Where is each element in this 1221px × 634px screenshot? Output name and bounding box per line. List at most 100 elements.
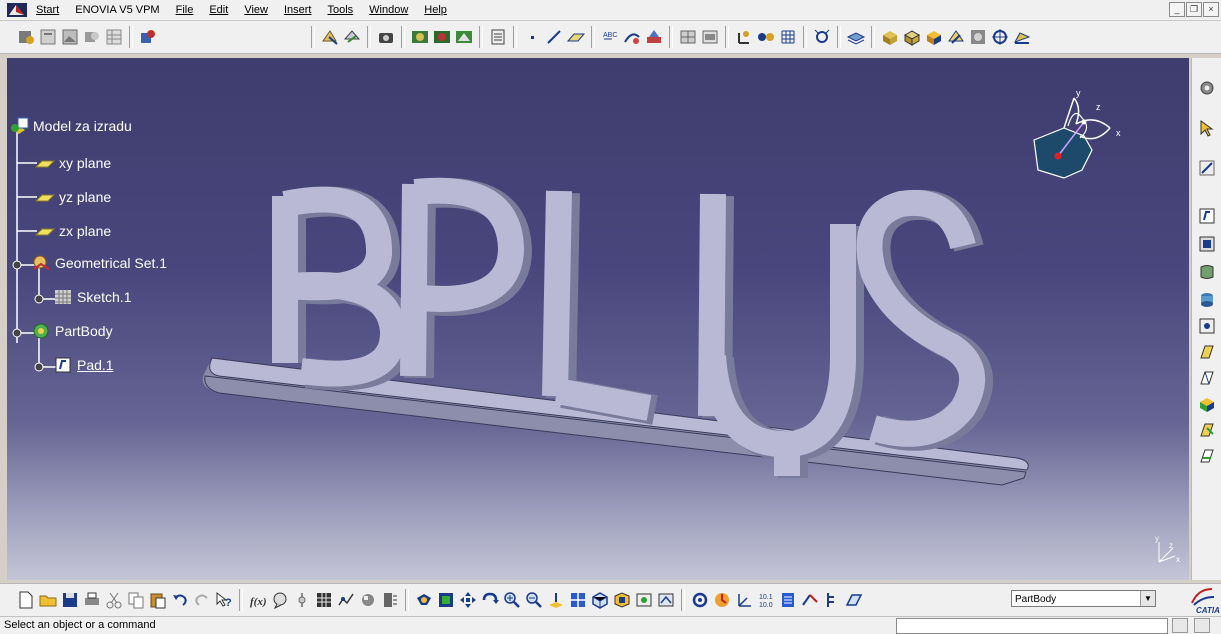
undo-icon[interactable] — [170, 590, 190, 610]
status-button-2[interactable] — [1194, 618, 1210, 633]
fillet-tool-icon[interactable] — [1197, 342, 1217, 362]
normal-view-icon[interactable] — [546, 590, 566, 610]
environment-icon[interactable] — [454, 27, 474, 47]
menu-insert[interactable]: Insert — [276, 4, 320, 16]
shading-edges-icon[interactable] — [902, 27, 922, 47]
menu-help[interactable]: Help — [416, 4, 455, 16]
thickness-tool-icon[interactable] — [1197, 446, 1217, 466]
comment-icon[interactable] — [270, 590, 290, 610]
manual-update-icon[interactable] — [712, 590, 732, 610]
plane-tool-icon[interactable] — [566, 27, 586, 47]
scene-icon[interactable] — [432, 27, 452, 47]
law-icon[interactable] — [336, 590, 356, 610]
fit-all-in-icon[interactable] — [436, 590, 456, 610]
rib-tool-icon[interactable] — [1197, 316, 1217, 336]
properties-icon[interactable] — [38, 27, 58, 47]
axis-system-icon[interactable] — [734, 590, 754, 610]
spec-tree-icon[interactable] — [822, 590, 842, 610]
close-icon[interactable]: × — [1203, 2, 1219, 17]
annotation-icon[interactable]: ABC — [600, 27, 620, 47]
bplus-model[interactable] — [7, 58, 1189, 580]
shaft-tool-icon[interactable] — [1197, 262, 1217, 282]
split-view-icon[interactable] — [700, 27, 720, 47]
command-input[interactable] — [896, 618, 1168, 634]
menu-view[interactable]: View — [236, 4, 276, 16]
catia-app-icon[interactable] — [6, 2, 28, 18]
analysis-icon[interactable] — [644, 27, 664, 47]
tree-node-geometrical-set[interactable]: Geometrical Set.1 — [31, 253, 167, 273]
table-icon[interactable] — [104, 27, 124, 47]
tree-node-zx-plane[interactable]: zx plane — [35, 221, 111, 241]
menu-start[interactable]: Start — [28, 4, 67, 16]
iso-view-icon[interactable] — [590, 590, 610, 610]
formula-icon[interactable] — [16, 27, 36, 47]
pan-icon[interactable] — [458, 590, 478, 610]
rotate-icon[interactable] — [480, 590, 500, 610]
axis-icon[interactable] — [734, 27, 754, 47]
3d-viewport[interactable]: Model za izradu xy plane yz plane zx pla… — [7, 58, 1189, 580]
wireframe-icon[interactable] — [946, 27, 966, 47]
new-file-icon[interactable] — [16, 590, 36, 610]
multi-view-icon[interactable] — [568, 590, 588, 610]
tree-node-yz-plane[interactable]: yz plane — [35, 187, 111, 207]
units-icon[interactable]: 10.1 10.0 — [756, 590, 776, 610]
fit-all-icon[interactable] — [812, 27, 832, 47]
menu-tools[interactable]: Tools — [319, 4, 361, 16]
fly-mode-icon[interactable] — [414, 590, 434, 610]
catalog-browser-icon[interactable] — [358, 590, 378, 610]
open-file-icon[interactable] — [38, 590, 58, 610]
restore-icon[interactable]: ❐ — [1186, 2, 1202, 17]
menu-file[interactable]: File — [168, 4, 202, 16]
render-icon[interactable] — [410, 27, 430, 47]
draft-tool-icon[interactable] — [1197, 394, 1217, 414]
design-table-icon[interactable] — [314, 590, 334, 610]
hole-tool-icon[interactable] — [1197, 290, 1217, 310]
layer-icon[interactable] — [846, 27, 866, 47]
shell-tool-icon[interactable] — [1197, 420, 1217, 440]
define-work-object-icon[interactable] — [800, 590, 820, 610]
copy-icon[interactable] — [126, 590, 146, 610]
status-button-1[interactable] — [1172, 618, 1188, 633]
zoom-in-icon[interactable] — [502, 590, 522, 610]
minimize-icon[interactable]: _ — [1169, 2, 1185, 17]
select-icon[interactable] — [1197, 118, 1217, 138]
current-body-icon[interactable] — [844, 590, 864, 610]
line-icon[interactable] — [544, 27, 564, 47]
formula-fx-icon[interactable]: f(x) — [248, 590, 268, 610]
grid-view-icon[interactable] — [678, 27, 698, 47]
settings-icon[interactable] — [1197, 78, 1217, 98]
image-icon[interactable] — [60, 27, 80, 47]
tools-palette-icon[interactable] — [380, 590, 400, 610]
catalog-icon[interactable] — [82, 27, 102, 47]
compass-icon[interactable]: y z x — [1024, 88, 1134, 188]
render-style-icon[interactable] — [612, 590, 632, 610]
materials-icon[interactable] — [968, 27, 988, 47]
tree-node-pad[interactable]: Pad.1 — [53, 355, 114, 375]
shading-icon[interactable] — [880, 27, 900, 47]
chevron-down-icon[interactable]: ▼ — [1140, 591, 1155, 606]
sketch-tool-icon[interactable] — [1197, 158, 1217, 178]
parameter-icon[interactable] — [292, 590, 312, 610]
redo-icon[interactable] — [192, 590, 212, 610]
positioned-sketch-icon[interactable] — [342, 27, 362, 47]
measure-icon[interactable] — [488, 27, 508, 47]
menu-edit[interactable]: Edit — [201, 4, 236, 16]
point-icon[interactable] — [522, 27, 542, 47]
capture-icon[interactable] — [376, 27, 396, 47]
grid-icon[interactable] — [778, 27, 798, 47]
swap-visible-icon[interactable] — [656, 590, 676, 610]
tree-node-xy-plane[interactable]: xy plane — [35, 153, 111, 173]
tree-node-root[interactable]: Model za izradu — [9, 116, 132, 136]
menu-enovia[interactable]: ENOVIA V5 VPM — [67, 4, 167, 16]
shading-hidden-icon[interactable] — [924, 27, 944, 47]
zoom-out-icon[interactable] — [524, 590, 544, 610]
sketcher-icon[interactable] — [320, 27, 340, 47]
knowledge-icon[interactable] — [138, 27, 158, 47]
constraint-icon[interactable] — [622, 27, 642, 47]
whats-this-icon[interactable]: ? — [214, 590, 234, 610]
apply-material-icon[interactable] — [1012, 27, 1032, 47]
paste-icon[interactable] — [148, 590, 168, 610]
menu-window[interactable]: Window — [361, 4, 416, 16]
cut-icon[interactable] — [104, 590, 124, 610]
tree-node-sketch[interactable]: Sketch.1 — [53, 287, 131, 307]
